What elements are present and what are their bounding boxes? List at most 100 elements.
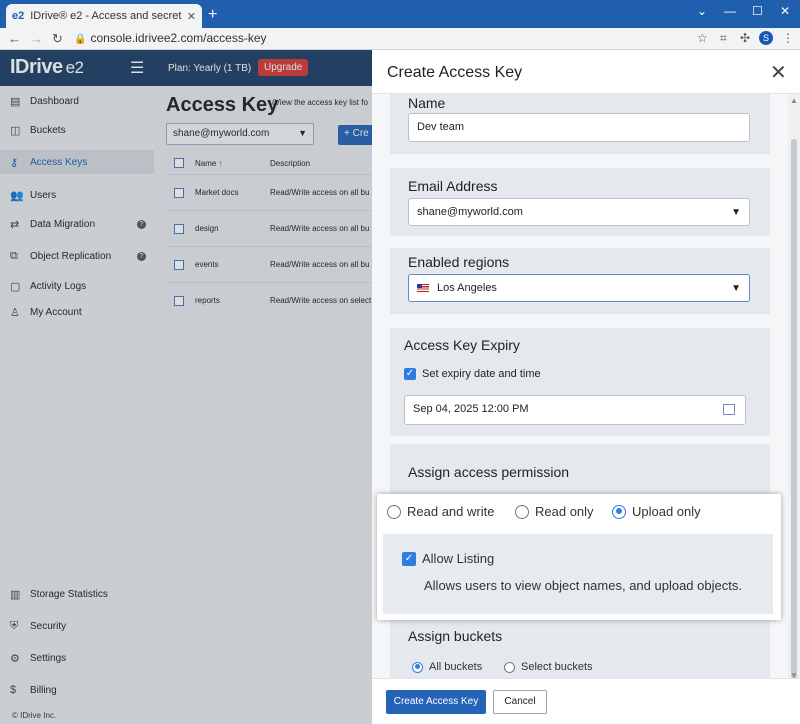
sidebar-item-billing[interactable]: $ Billing (0, 678, 154, 702)
allow-listing-checkbox[interactable]: ✓ (402, 552, 416, 566)
radio-upload-only[interactable]: Upload only (612, 504, 701, 519)
panel-scrollbar[interactable]: ▲ ▼ (788, 94, 800, 682)
row-checkbox[interactable] (174, 259, 184, 270)
table-row[interactable]: reports Read/Write access on select (166, 282, 372, 318)
sidebar-item-label: Settings (30, 652, 67, 664)
sidebar-item-settings[interactable]: ⚙ Settings (0, 646, 154, 670)
calendar-icon[interactable] (723, 404, 735, 415)
email-select[interactable]: shane@myworld.com ▼ (408, 198, 750, 226)
sidebar-item-users[interactable]: 👥 Users (0, 183, 154, 207)
sidebar-item-label: Buckets (30, 124, 66, 136)
buckets-label: Assign buckets (408, 628, 503, 644)
allow-listing-description: Allows users to view object names, and u… (424, 578, 742, 593)
name-field[interactable]: Dev team (408, 113, 750, 142)
tab-close-icon[interactable]: ✕ (187, 10, 196, 23)
security-icon: ⛨ (10, 619, 19, 632)
sidebar-item-my-account[interactable]: ♙ My Account (0, 300, 154, 324)
sidebar-item-object-replication[interactable]: ⧉ Object Replication? (0, 244, 154, 268)
sidebar-item-data-migration[interactable]: ⇄ Data Migration? (0, 212, 154, 236)
us-flag-icon (417, 284, 429, 293)
table-row[interactable]: events Read/Write access on all bu (166, 246, 372, 282)
expiry-datetime-field[interactable]: Sep 04, 2025 12:00 PM (404, 395, 746, 425)
scroll-thumb[interactable] (791, 139, 797, 679)
cancel-button[interactable]: Cancel (493, 690, 547, 714)
row-name: reports (195, 296, 220, 305)
sidebar-item-dashboard[interactable]: ▤ Dashboard (0, 89, 154, 113)
hamburger-icon[interactable]: ☰ (130, 58, 144, 78)
radio-select-buckets[interactable]: Select buckets (504, 661, 593, 673)
select-all-checkbox[interactable] (174, 158, 184, 168)
col-name[interactable]: Name ↑ (195, 159, 270, 168)
sidebar-item-storage-statistics[interactable]: ▥ Storage Statistics (0, 582, 154, 606)
plan-label: Plan: Yearly (1 TB) (168, 63, 252, 74)
maximize-icon[interactable]: ☐ (752, 4, 763, 18)
url-field[interactable]: 🔒 console.idrivee2.com/access-key (74, 31, 267, 45)
sidebar-item-label: Storage Statistics (30, 588, 108, 600)
sidebar-item-activity-logs[interactable]: ▢ Activity Logs (0, 274, 154, 298)
row-description: Read/Write access on select (270, 296, 372, 305)
help-icon[interactable]: ? (137, 220, 146, 229)
chevron-down-icon: ▼ (731, 283, 741, 294)
sidebar-item-label: Dashboard (30, 95, 79, 107)
row-checkbox[interactable] (174, 295, 184, 306)
sort-up-icon: ↑ (218, 158, 223, 168)
replication-icon: ⧉ (10, 249, 18, 262)
favicon-icon: e2 (12, 10, 25, 22)
tab-title: IDrive® e2 - Access and secret k (30, 10, 183, 22)
expiry-checkbox[interactable]: ✓ Set expiry date and time (404, 368, 541, 380)
migration-icon: ⇄ (10, 218, 20, 231)
row-description: Read/Write access on all bu (270, 224, 370, 233)
table-row[interactable]: design Read/Write access on all bu (166, 210, 372, 246)
create-access-key-button[interactable]: Create Access Key (386, 690, 486, 714)
sidebar-item-label: Data Migration (30, 218, 96, 230)
radio-empty-icon (515, 504, 529, 519)
tab-search-icon[interactable]: ⌄ (697, 4, 707, 18)
regions-label: Enabled regions (408, 254, 510, 270)
upgrade-button[interactable]: Upgrade (258, 59, 309, 76)
sidebar-item-buckets[interactable]: ◫ Buckets (0, 118, 154, 142)
radio-read-only[interactable]: Read only (515, 504, 594, 519)
create-key-button[interactable]: + Cre (338, 125, 372, 145)
row-description: Read/Write access on all bu (270, 260, 370, 269)
dashboard-icon: ▤ (10, 95, 21, 108)
row-name: events (195, 260, 219, 269)
table-row[interactable]: Market docs Read/Write access on all bu (166, 174, 372, 210)
forward-icon[interactable]: → (30, 31, 43, 46)
logs-icon: ▢ (10, 280, 21, 293)
help-icon[interactable]: ? (137, 252, 146, 261)
window-close-icon[interactable]: ✕ (780, 4, 790, 18)
profile-avatar[interactable]: S (759, 31, 773, 45)
brand-bar: IDrive e2 ☰ (0, 50, 154, 86)
browser-tab[interactable]: e2 IDrive® e2 - Access and secret k ✕ (6, 4, 202, 28)
sidebar-item-label: Users (30, 189, 57, 201)
radio-selected-icon (412, 661, 423, 673)
new-tab-icon[interactable]: + (208, 6, 217, 24)
table-header: Name ↑ Description (166, 152, 372, 174)
star-icon[interactable]: ☆ (697, 31, 708, 45)
row-checkbox[interactable] (174, 187, 184, 198)
account-icon: ♙ (10, 306, 20, 319)
logo[interactable]: IDrive e2 (10, 56, 84, 79)
page-title: Access Key (166, 94, 279, 116)
menu-dots-icon[interactable]: ⋮ (782, 31, 794, 45)
radio-empty-icon (504, 661, 515, 673)
allow-listing-label: Allow Listing (422, 551, 495, 566)
sidebar-item-label: My Account (30, 306, 82, 318)
reload-icon[interactable]: ↻ (52, 31, 63, 47)
minimize-icon[interactable]: — (724, 4, 736, 18)
sidebar-item-access-keys[interactable]: ⚷ Access Keys (0, 150, 154, 174)
scroll-up-icon[interactable]: ▲ (790, 96, 798, 105)
camera-icon[interactable]: ⌗ (720, 31, 727, 46)
radio-read-write[interactable]: Read and write (387, 504, 494, 519)
sidebar-item-security[interactable]: ⛨ Security (0, 614, 154, 638)
statistics-icon: ▥ (10, 588, 21, 601)
row-checkbox[interactable] (174, 223, 184, 234)
region-select[interactable]: Los Angeles ▼ (408, 274, 750, 302)
bucket-icon: ◫ (10, 124, 21, 137)
extensions-icon[interactable]: ✣ (740, 31, 750, 45)
panel-header: Create Access Key ✕ (372, 50, 800, 94)
radio-all-buckets[interactable]: All buckets (412, 661, 482, 673)
user-select[interactable]: shane@myworld.com ▼ (166, 123, 314, 145)
close-icon[interactable]: ✕ (770, 60, 787, 85)
back-icon[interactable]: ← (8, 31, 21, 46)
